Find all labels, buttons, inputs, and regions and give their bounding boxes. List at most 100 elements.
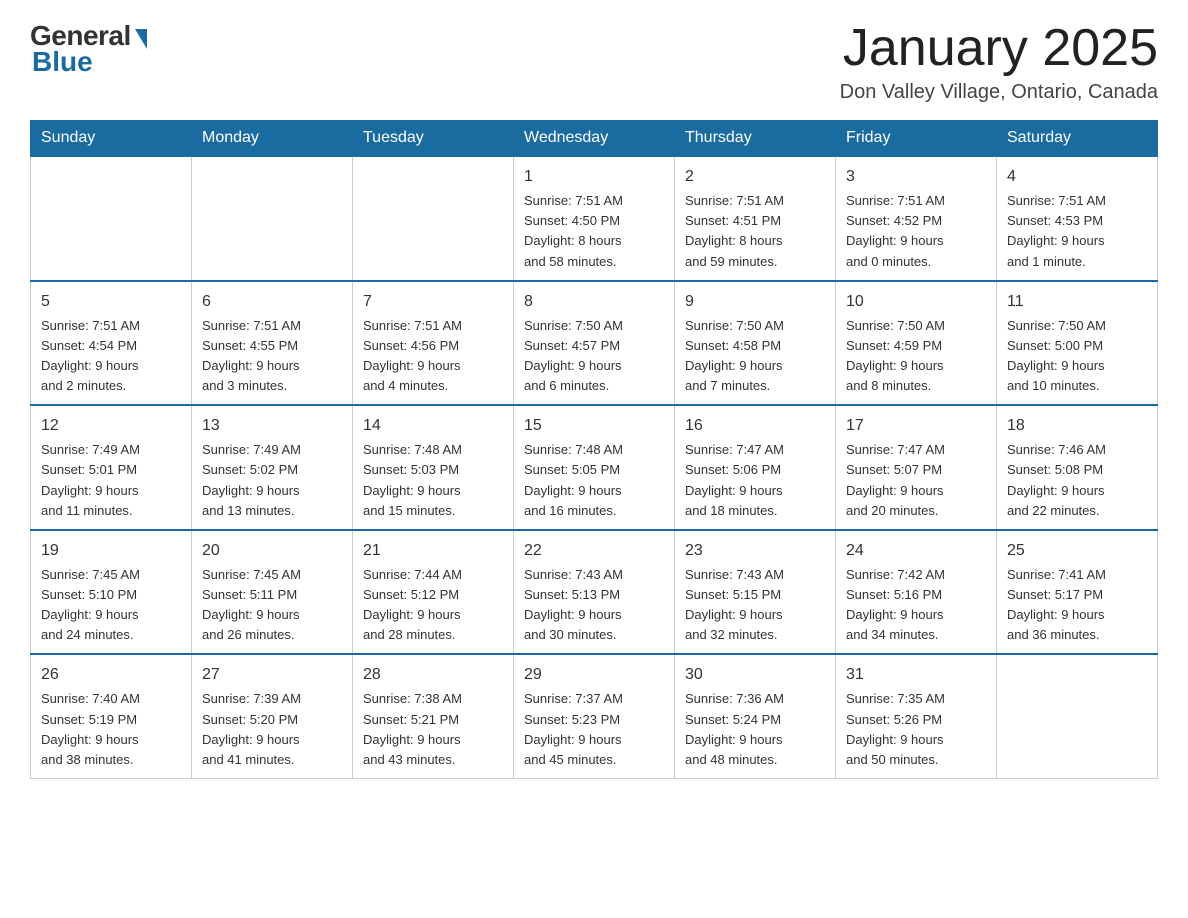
calendar-week-row: 12Sunrise: 7:49 AMSunset: 5:01 PMDayligh… (31, 405, 1158, 530)
table-row: 21Sunrise: 7:44 AMSunset: 5:12 PMDayligh… (353, 530, 514, 655)
table-row: 26Sunrise: 7:40 AMSunset: 5:19 PMDayligh… (31, 654, 192, 778)
day-info: Sunrise: 7:40 AMSunset: 5:19 PMDaylight:… (41, 689, 181, 770)
table-row: 15Sunrise: 7:48 AMSunset: 5:05 PMDayligh… (514, 405, 675, 530)
day-info: Sunrise: 7:49 AMSunset: 5:01 PMDaylight:… (41, 440, 181, 521)
table-row: 11Sunrise: 7:50 AMSunset: 5:00 PMDayligh… (997, 281, 1158, 406)
col-tuesday: Tuesday (353, 121, 514, 157)
day-number: 16 (685, 414, 825, 438)
day-number: 7 (363, 290, 503, 314)
day-number: 13 (202, 414, 342, 438)
day-number: 15 (524, 414, 664, 438)
day-number: 4 (1007, 165, 1147, 189)
table-row: 16Sunrise: 7:47 AMSunset: 5:06 PMDayligh… (675, 405, 836, 530)
table-row: 3Sunrise: 7:51 AMSunset: 4:52 PMDaylight… (836, 156, 997, 281)
day-info: Sunrise: 7:35 AMSunset: 5:26 PMDaylight:… (846, 689, 986, 770)
day-number: 10 (846, 290, 986, 314)
day-number: 18 (1007, 414, 1147, 438)
table-row: 19Sunrise: 7:45 AMSunset: 5:10 PMDayligh… (31, 530, 192, 655)
day-number: 14 (363, 414, 503, 438)
day-number: 28 (363, 663, 503, 687)
day-info: Sunrise: 7:51 AMSunset: 4:54 PMDaylight:… (41, 316, 181, 397)
location-subtitle: Don Valley Village, Ontario, Canada (840, 81, 1158, 104)
col-wednesday: Wednesday (514, 121, 675, 157)
day-info: Sunrise: 7:39 AMSunset: 5:20 PMDaylight:… (202, 689, 342, 770)
table-row: 17Sunrise: 7:47 AMSunset: 5:07 PMDayligh… (836, 405, 997, 530)
day-info: Sunrise: 7:45 AMSunset: 5:11 PMDaylight:… (202, 565, 342, 646)
day-info: Sunrise: 7:50 AMSunset: 5:00 PMDaylight:… (1007, 316, 1147, 397)
table-row: 12Sunrise: 7:49 AMSunset: 5:01 PMDayligh… (31, 405, 192, 530)
day-number: 8 (524, 290, 664, 314)
col-monday: Monday (192, 121, 353, 157)
day-number: 20 (202, 539, 342, 563)
table-row: 25Sunrise: 7:41 AMSunset: 5:17 PMDayligh… (997, 530, 1158, 655)
day-number: 2 (685, 165, 825, 189)
day-number: 31 (846, 663, 986, 687)
day-info: Sunrise: 7:51 AMSunset: 4:55 PMDaylight:… (202, 316, 342, 397)
logo: General Blue (30, 20, 147, 78)
day-info: Sunrise: 7:36 AMSunset: 5:24 PMDaylight:… (685, 689, 825, 770)
day-number: 21 (363, 539, 503, 563)
col-thursday: Thursday (675, 121, 836, 157)
calendar-table: Sunday Monday Tuesday Wednesday Thursday… (30, 120, 1158, 779)
table-row: 30Sunrise: 7:36 AMSunset: 5:24 PMDayligh… (675, 654, 836, 778)
day-info: Sunrise: 7:51 AMSunset: 4:51 PMDaylight:… (685, 191, 825, 272)
table-row: 13Sunrise: 7:49 AMSunset: 5:02 PMDayligh… (192, 405, 353, 530)
day-info: Sunrise: 7:50 AMSunset: 4:59 PMDaylight:… (846, 316, 986, 397)
col-friday: Friday (836, 121, 997, 157)
day-info: Sunrise: 7:45 AMSunset: 5:10 PMDaylight:… (41, 565, 181, 646)
table-row: 8Sunrise: 7:50 AMSunset: 4:57 PMDaylight… (514, 281, 675, 406)
table-row: 9Sunrise: 7:50 AMSunset: 4:58 PMDaylight… (675, 281, 836, 406)
logo-blue-text: Blue (32, 46, 93, 78)
table-row: 14Sunrise: 7:48 AMSunset: 5:03 PMDayligh… (353, 405, 514, 530)
table-row: 31Sunrise: 7:35 AMSunset: 5:26 PMDayligh… (836, 654, 997, 778)
day-info: Sunrise: 7:47 AMSunset: 5:07 PMDaylight:… (846, 440, 986, 521)
table-row: 2Sunrise: 7:51 AMSunset: 4:51 PMDaylight… (675, 156, 836, 281)
day-info: Sunrise: 7:50 AMSunset: 4:58 PMDaylight:… (685, 316, 825, 397)
day-number: 11 (1007, 290, 1147, 314)
table-row: 7Sunrise: 7:51 AMSunset: 4:56 PMDaylight… (353, 281, 514, 406)
day-number: 12 (41, 414, 181, 438)
table-row: 24Sunrise: 7:42 AMSunset: 5:16 PMDayligh… (836, 530, 997, 655)
table-row: 20Sunrise: 7:45 AMSunset: 5:11 PMDayligh… (192, 530, 353, 655)
day-number: 9 (685, 290, 825, 314)
table-row: 10Sunrise: 7:50 AMSunset: 4:59 PMDayligh… (836, 281, 997, 406)
day-number: 24 (846, 539, 986, 563)
calendar-week-row: 19Sunrise: 7:45 AMSunset: 5:10 PMDayligh… (31, 530, 1158, 655)
day-info: Sunrise: 7:46 AMSunset: 5:08 PMDaylight:… (1007, 440, 1147, 521)
table-row: 6Sunrise: 7:51 AMSunset: 4:55 PMDaylight… (192, 281, 353, 406)
day-info: Sunrise: 7:49 AMSunset: 5:02 PMDaylight:… (202, 440, 342, 521)
table-row: 23Sunrise: 7:43 AMSunset: 5:15 PMDayligh… (675, 530, 836, 655)
day-info: Sunrise: 7:41 AMSunset: 5:17 PMDaylight:… (1007, 565, 1147, 646)
day-info: Sunrise: 7:48 AMSunset: 5:05 PMDaylight:… (524, 440, 664, 521)
table-row: 27Sunrise: 7:39 AMSunset: 5:20 PMDayligh… (192, 654, 353, 778)
table-row: 1Sunrise: 7:51 AMSunset: 4:50 PMDaylight… (514, 156, 675, 281)
day-info: Sunrise: 7:43 AMSunset: 5:15 PMDaylight:… (685, 565, 825, 646)
table-row: 29Sunrise: 7:37 AMSunset: 5:23 PMDayligh… (514, 654, 675, 778)
day-number: 3 (846, 165, 986, 189)
day-info: Sunrise: 7:51 AMSunset: 4:52 PMDaylight:… (846, 191, 986, 272)
table-row: 5Sunrise: 7:51 AMSunset: 4:54 PMDaylight… (31, 281, 192, 406)
day-number: 30 (685, 663, 825, 687)
day-info: Sunrise: 7:43 AMSunset: 5:13 PMDaylight:… (524, 565, 664, 646)
table-row (997, 654, 1158, 778)
table-row (192, 156, 353, 281)
day-info: Sunrise: 7:44 AMSunset: 5:12 PMDaylight:… (363, 565, 503, 646)
col-saturday: Saturday (997, 121, 1158, 157)
day-info: Sunrise: 7:51 AMSunset: 4:53 PMDaylight:… (1007, 191, 1147, 272)
day-info: Sunrise: 7:38 AMSunset: 5:21 PMDaylight:… (363, 689, 503, 770)
day-number: 17 (846, 414, 986, 438)
table-row: 18Sunrise: 7:46 AMSunset: 5:08 PMDayligh… (997, 405, 1158, 530)
day-info: Sunrise: 7:50 AMSunset: 4:57 PMDaylight:… (524, 316, 664, 397)
day-info: Sunrise: 7:47 AMSunset: 5:06 PMDaylight:… (685, 440, 825, 521)
day-number: 1 (524, 165, 664, 189)
table-row: 28Sunrise: 7:38 AMSunset: 5:21 PMDayligh… (353, 654, 514, 778)
day-number: 5 (41, 290, 181, 314)
calendar-week-row: 26Sunrise: 7:40 AMSunset: 5:19 PMDayligh… (31, 654, 1158, 778)
month-year-title: January 2025 (840, 20, 1158, 77)
day-info: Sunrise: 7:51 AMSunset: 4:50 PMDaylight:… (524, 191, 664, 272)
day-number: 22 (524, 539, 664, 563)
day-number: 23 (685, 539, 825, 563)
day-number: 26 (41, 663, 181, 687)
day-number: 27 (202, 663, 342, 687)
table-row: 4Sunrise: 7:51 AMSunset: 4:53 PMDaylight… (997, 156, 1158, 281)
